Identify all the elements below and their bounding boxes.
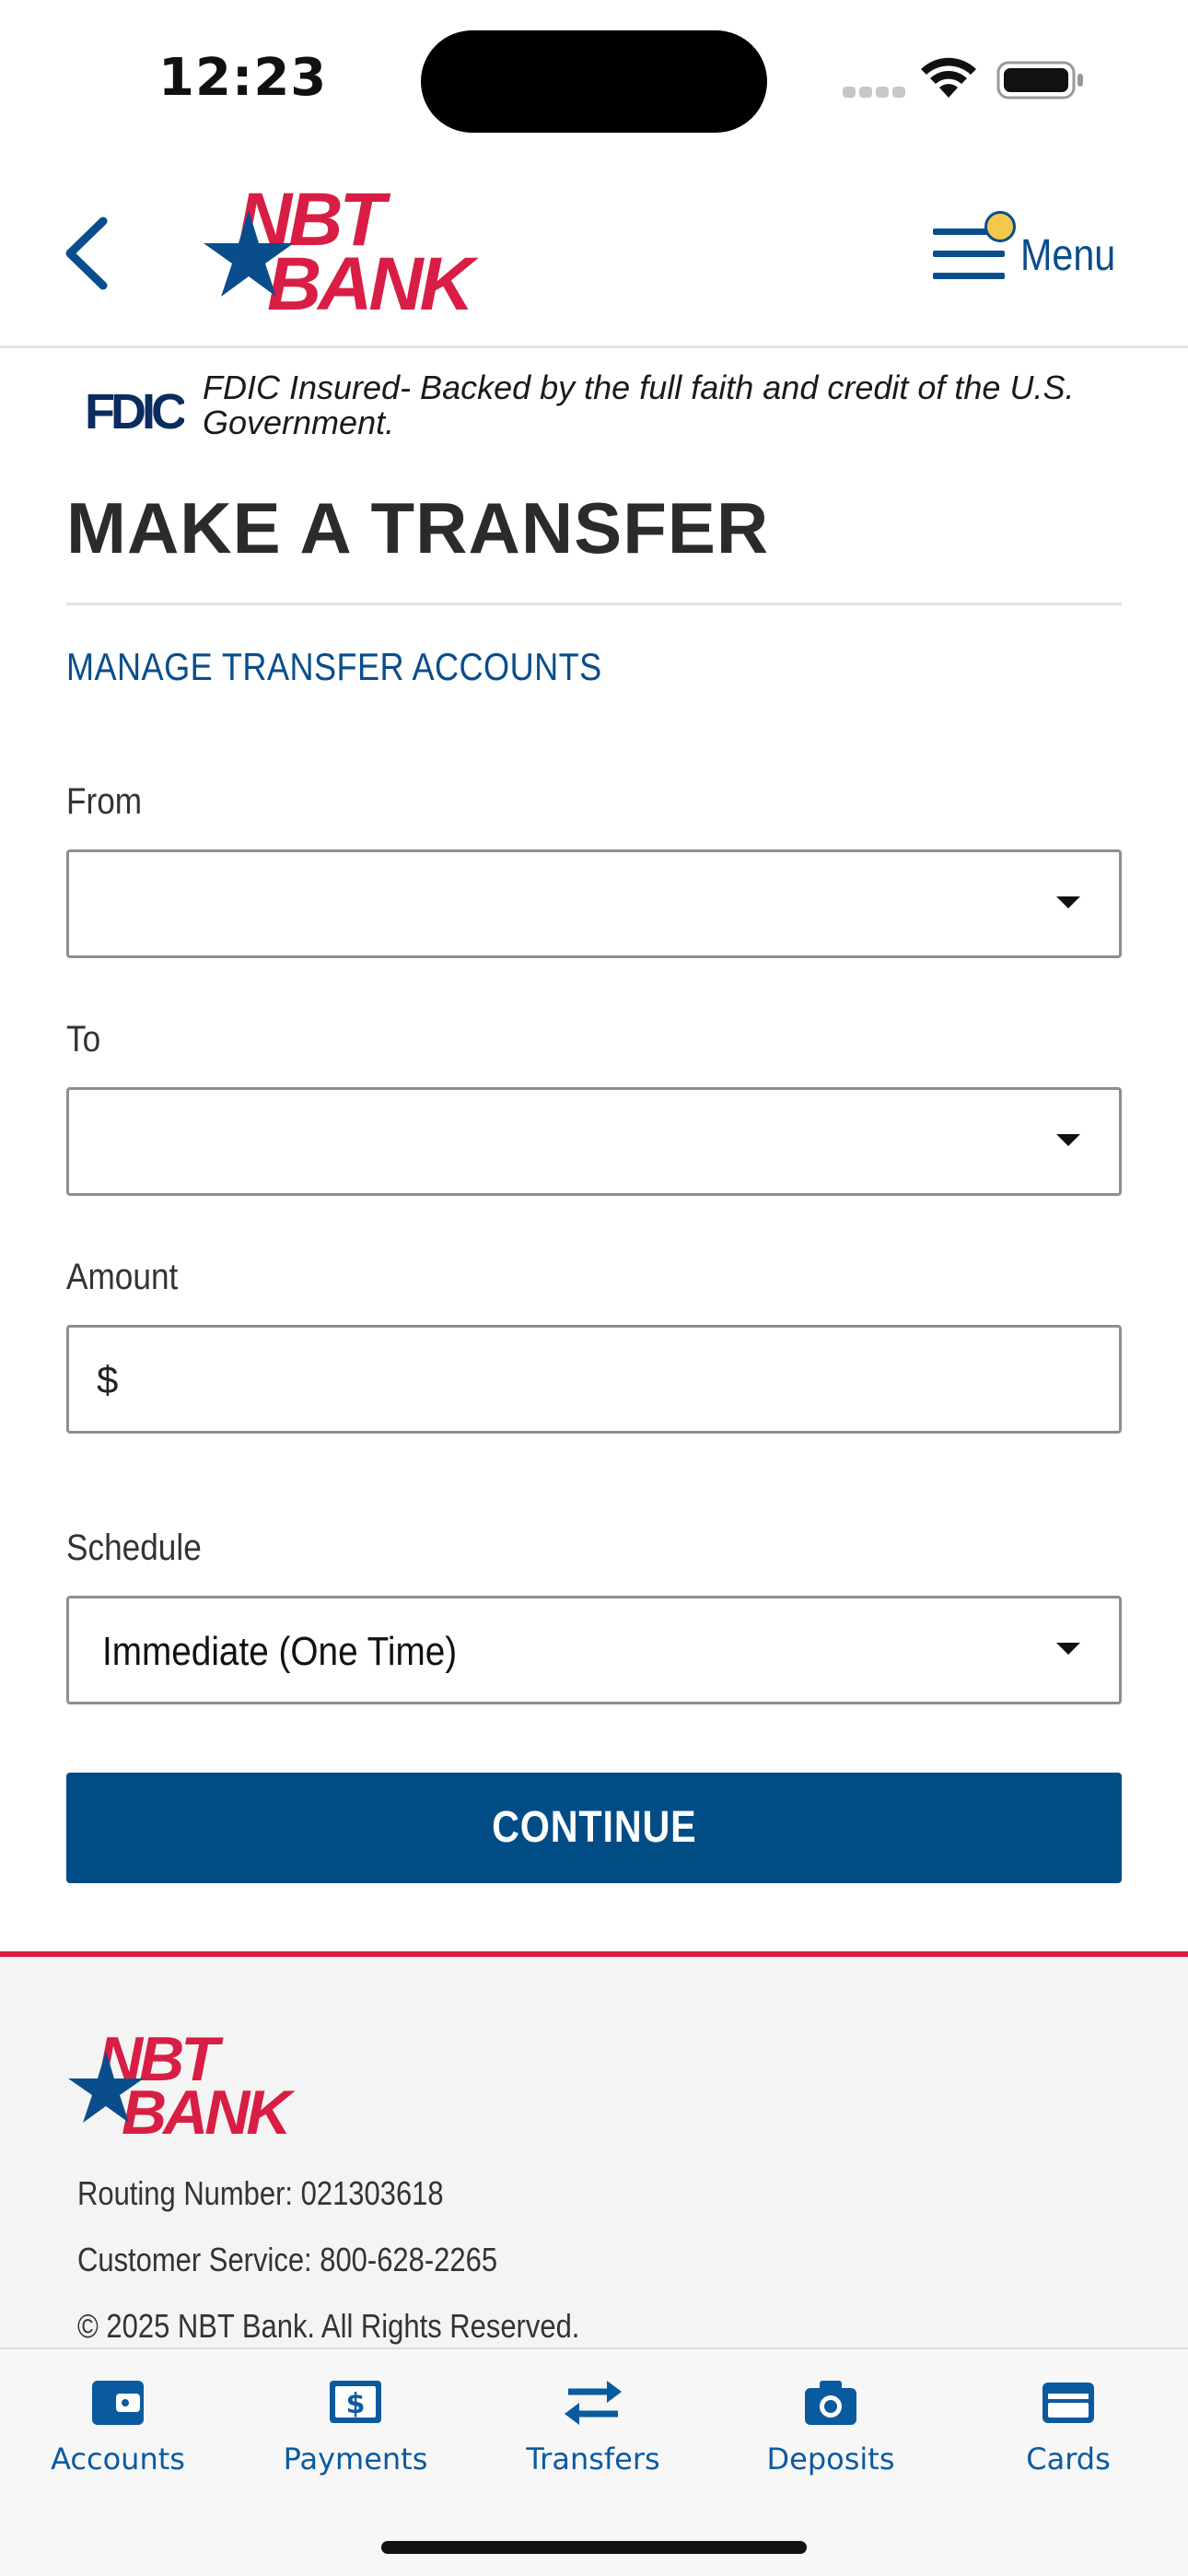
routing-number: Routing Number: 021303618 [77, 2174, 444, 2212]
wallet-icon [92, 2381, 144, 2425]
back-button[interactable] [57, 212, 122, 295]
to-label: To [66, 1019, 101, 1060]
from-label: From [66, 781, 143, 822]
nbt-bank-footer-logo: NBT BANK [68, 2027, 299, 2137]
tab-label: Payments [283, 2441, 428, 2476]
tab-payments[interactable]: $ Payments [245, 2375, 466, 2504]
svg-text:BANK: BANK [122, 2078, 296, 2137]
schedule-label: Schedule [66, 1528, 202, 1568]
to-select[interactable] [66, 1087, 1122, 1196]
continue-label: CONTINUE [491, 1803, 697, 1852]
page-title: MAKE A TRANSFER [66, 487, 770, 568]
svg-text:BANK: BANK [267, 242, 480, 314]
chevron-down-icon [1056, 896, 1080, 908]
amount-input[interactable]: $ [66, 1325, 1122, 1434]
transfer-arrows-icon [565, 2381, 622, 2425]
copyright: © 2025 NBT Bank. All Rights Reserved. [77, 2307, 580, 2345]
home-indicator[interactable] [381, 2541, 807, 2554]
currency-prefix: $ [97, 1358, 119, 1401]
continue-button[interactable]: CONTINUE [66, 1773, 1122, 1883]
battery-icon [996, 61, 1083, 100]
status-bar: 12:23 [0, 0, 1188, 157]
chevron-down-icon [1056, 1643, 1080, 1655]
tab-label: Transfers [526, 2441, 660, 2476]
svg-text:FDIC: FDIC [85, 384, 184, 436]
svg-text:$: $ [346, 2388, 366, 2420]
notification-dot [984, 211, 1016, 242]
schedule-value: Immediate (One Time) [102, 1629, 458, 1674]
schedule-select[interactable]: Immediate (One Time) [66, 1596, 1122, 1704]
tab-label: Deposits [766, 2441, 895, 2476]
tab-accounts[interactable]: Accounts [7, 2375, 228, 2504]
divider [66, 603, 1122, 605]
cellular-signal-icon [843, 85, 907, 98]
nbt-bank-logo[interactable]: NBT BANK [201, 181, 542, 314]
fdic-disclaimer: FDIC Insured- Backed by the full faith a… [203, 369, 1075, 441]
tab-transfers[interactable]: Transfers [483, 2375, 704, 2504]
wifi-icon [921, 57, 976, 98]
dynamic-island [421, 30, 767, 133]
app-header: NBT BANK Menu [0, 157, 1188, 348]
fdic-logo: FDIC [85, 384, 184, 436]
chevron-down-icon [1056, 1134, 1080, 1146]
credit-card-icon [1042, 2383, 1094, 2423]
tab-cards[interactable]: Cards [958, 2375, 1179, 2504]
manage-transfer-accounts-link[interactable]: MANAGE TRANSFER ACCOUNTS [66, 645, 602, 689]
camera-icon [805, 2381, 856, 2425]
tab-label: Accounts [51, 2441, 185, 2476]
from-select[interactable] [66, 849, 1122, 958]
menu-button[interactable]: Menu [928, 203, 1149, 295]
tab-deposits[interactable]: Deposits [720, 2375, 941, 2504]
amount-label: Amount [66, 1257, 179, 1297]
menu-label: Menu [1020, 231, 1116, 280]
status-time: 12:23 [158, 48, 328, 108]
dollar-bill-icon: $ [330, 2381, 381, 2423]
customer-service-phone[interactable]: Customer Service: 800-628-2265 [77, 2241, 497, 2279]
footer: NBT BANK Routing Number: 021303618 Custo… [0, 1951, 1188, 2348]
tab-label: Cards [1026, 2441, 1111, 2476]
